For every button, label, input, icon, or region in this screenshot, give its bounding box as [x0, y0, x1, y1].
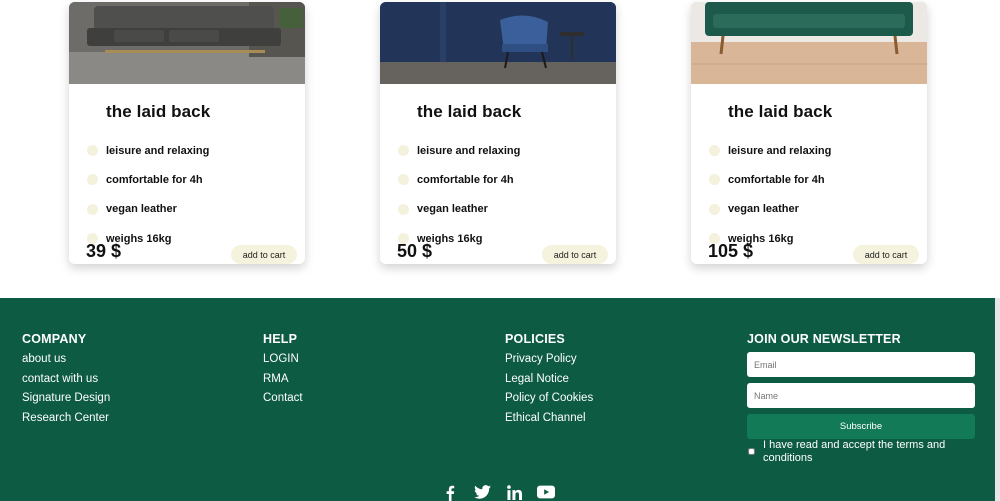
- feature-item: leisure and relaxing: [398, 136, 520, 165]
- social-links: [441, 485, 555, 501]
- feature-text: comfortable for 4h: [728, 173, 825, 186]
- feature-list: leisure and relaxing comfortable for 4h …: [87, 136, 209, 253]
- feature-list: leisure and relaxing comfortable for 4h …: [398, 136, 520, 253]
- footer-link-legal-notice[interactable]: Legal Notice: [505, 372, 593, 392]
- footer-newsletter-column: JOIN OUR NEWSLETTER Subscribe: [747, 332, 975, 439]
- bullet-icon: [709, 145, 720, 157]
- footer-link-privacy-policy[interactable]: Privacy Policy: [505, 352, 593, 372]
- footer-link-research-center[interactable]: Research Center: [22, 411, 110, 431]
- feature-item: vegan leather: [87, 195, 209, 224]
- footer-links: LOGIN RMA Contact: [263, 352, 303, 411]
- product-card: the laid back leisure and relaxing comfo…: [691, 2, 927, 264]
- footer-heading: COMPANY: [22, 332, 87, 346]
- bullet-icon: [709, 174, 720, 186]
- terms-text: I have read and accept the terms and con…: [763, 439, 946, 464]
- feature-item: comfortable for 4h: [87, 165, 209, 194]
- site-footer: COMPANY about us contact with us Signatu…: [0, 298, 995, 501]
- add-to-cart-button[interactable]: add to cart: [853, 245, 919, 264]
- product-title: the laid back: [728, 102, 833, 121]
- footer-heading: HELP: [263, 332, 298, 346]
- feature-item: comfortable for 4h: [709, 165, 831, 194]
- terms-consent: I have read and accept the terms and con…: [747, 439, 977, 465]
- feature-item: leisure and relaxing: [709, 136, 831, 165]
- bullet-icon: [87, 174, 98, 186]
- twitter-icon[interactable]: [473, 485, 491, 501]
- bullet-icon: [398, 174, 409, 186]
- bullet-icon: [398, 145, 409, 157]
- feature-text: vegan leather: [728, 203, 799, 216]
- feature-list: leisure and relaxing comfortable for 4h …: [709, 136, 831, 253]
- footer-help-column: HELP LOGIN RMA Contact: [263, 332, 303, 411]
- product-price: 50 $: [397, 241, 433, 261]
- product-image-green-sofa[interactable]: [691, 2, 927, 84]
- bullet-icon: [87, 203, 98, 215]
- youtube-icon[interactable]: [537, 485, 555, 501]
- product-title: the laid back: [106, 102, 211, 121]
- footer-link-cookies-policy[interactable]: Policy of Cookies: [505, 391, 593, 411]
- feature-text: comfortable for 4h: [106, 173, 203, 186]
- footer-link-contact-help[interactable]: Contact: [263, 391, 303, 411]
- page-scrollbar[interactable]: [995, 298, 1000, 501]
- feature-text: leisure and relaxing: [728, 144, 832, 157]
- feature-text: vegan leather: [106, 203, 177, 216]
- linkedin-icon[interactable]: [505, 485, 523, 501]
- feature-text: leisure and relaxing: [106, 144, 210, 157]
- footer-heading: POLICIES: [505, 332, 565, 346]
- feature-item: leisure and relaxing: [87, 136, 209, 165]
- product-title: the laid back: [417, 102, 522, 121]
- add-to-cart-button[interactable]: add to cart: [231, 245, 297, 264]
- terms-checkbox[interactable]: [748, 448, 755, 455]
- footer-link-signature-design[interactable]: Signature Design: [22, 391, 110, 411]
- product-card: the laid back leisure and relaxing comfo…: [380, 2, 616, 264]
- product-price: 39 $: [86, 241, 122, 261]
- footer-links: Privacy Policy Legal Notice Policy of Co…: [505, 352, 593, 431]
- footer-link-about-us[interactable]: about us: [22, 352, 110, 372]
- footer-link-rma[interactable]: RMA: [263, 372, 303, 392]
- feature-text: vegan leather: [417, 203, 488, 216]
- product-section: the laid back leisure and relaxing comfo…: [0, 0, 1000, 298]
- product-price: 105 $: [708, 241, 754, 261]
- footer-company-column: COMPANY about us contact with us Signatu…: [22, 332, 110, 431]
- feature-item: vegan leather: [709, 195, 831, 224]
- feature-text: comfortable for 4h: [417, 173, 514, 186]
- feature-item: comfortable for 4h: [398, 165, 520, 194]
- bullet-icon: [398, 203, 409, 215]
- footer-links: about us contact with us Signature Desig…: [22, 352, 110, 431]
- subscribe-button[interactable]: Subscribe: [747, 414, 975, 439]
- facebook-icon[interactable]: [441, 485, 459, 501]
- footer-link-login[interactable]: LOGIN: [263, 352, 303, 372]
- product-card: the laid back leisure and relaxing comfo…: [69, 2, 305, 264]
- add-to-cart-button[interactable]: add to cart: [542, 245, 608, 264]
- footer-policies-column: POLICIES Privacy Policy Legal Notice Pol…: [505, 332, 593, 431]
- footer-link-contact[interactable]: contact with us: [22, 372, 110, 392]
- newsletter-email-input[interactable]: [747, 352, 975, 377]
- newsletter-name-input[interactable]: [747, 383, 975, 408]
- bullet-icon: [87, 145, 98, 157]
- footer-link-ethical-channel[interactable]: Ethical Channel: [505, 411, 593, 431]
- bullet-icon: [709, 203, 720, 215]
- feature-item: vegan leather: [398, 195, 520, 224]
- newsletter-heading: JOIN OUR NEWSLETTER: [747, 332, 901, 346]
- product-image-grey-sofa[interactable]: [69, 2, 305, 84]
- feature-text: leisure and relaxing: [417, 144, 521, 157]
- product-image-blue-chair[interactable]: [380, 2, 616, 84]
